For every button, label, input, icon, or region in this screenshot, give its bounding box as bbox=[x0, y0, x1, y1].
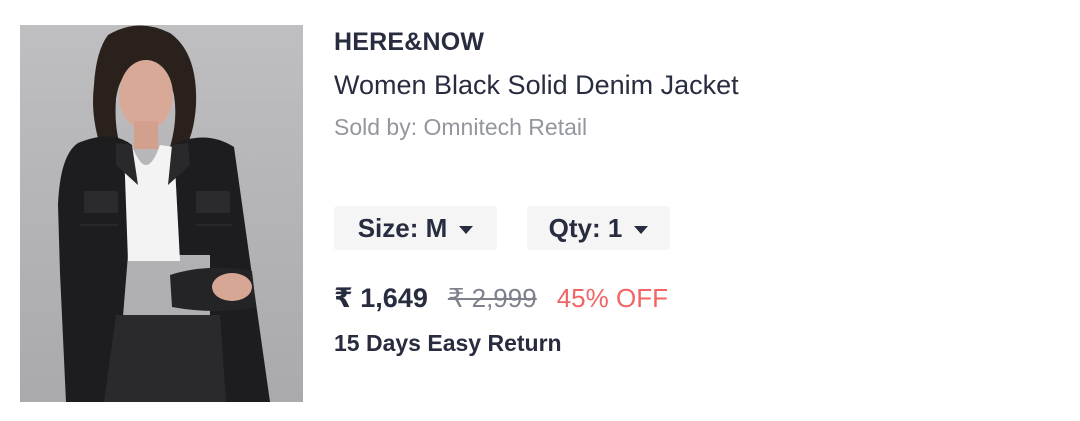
discount-badge: 45% OFF bbox=[556, 283, 668, 313]
chevron-down-icon bbox=[459, 225, 474, 234]
product-name[interactable]: Women Black Solid Denim Jacket bbox=[334, 70, 739, 101]
selling-price: ₹ 1,649 bbox=[334, 283, 428, 313]
size-selector[interactable]: Size: M bbox=[334, 206, 497, 250]
cart-item-card: HERE&NOW Women Black Solid Denim Jacket … bbox=[0, 0, 1080, 421]
return-policy: 15 Days Easy Return bbox=[334, 330, 562, 356]
seller-info: Sold by: Omnitech Retail bbox=[334, 114, 588, 140]
quantity-label: Qty: 1 bbox=[548, 212, 623, 243]
price-row: ₹ 1,649 ₹ 2,999 45% OFF bbox=[334, 283, 668, 314]
product-photo-illustration bbox=[58, 25, 270, 402]
brand-name[interactable]: HERE&NOW bbox=[334, 28, 484, 57]
chevron-down-icon bbox=[634, 225, 649, 234]
original-price: ₹ 2,999 bbox=[447, 283, 537, 313]
product-image[interactable] bbox=[20, 25, 303, 402]
size-label: Size: M bbox=[357, 212, 448, 243]
quantity-selector[interactable]: Qty: 1 bbox=[527, 206, 670, 250]
